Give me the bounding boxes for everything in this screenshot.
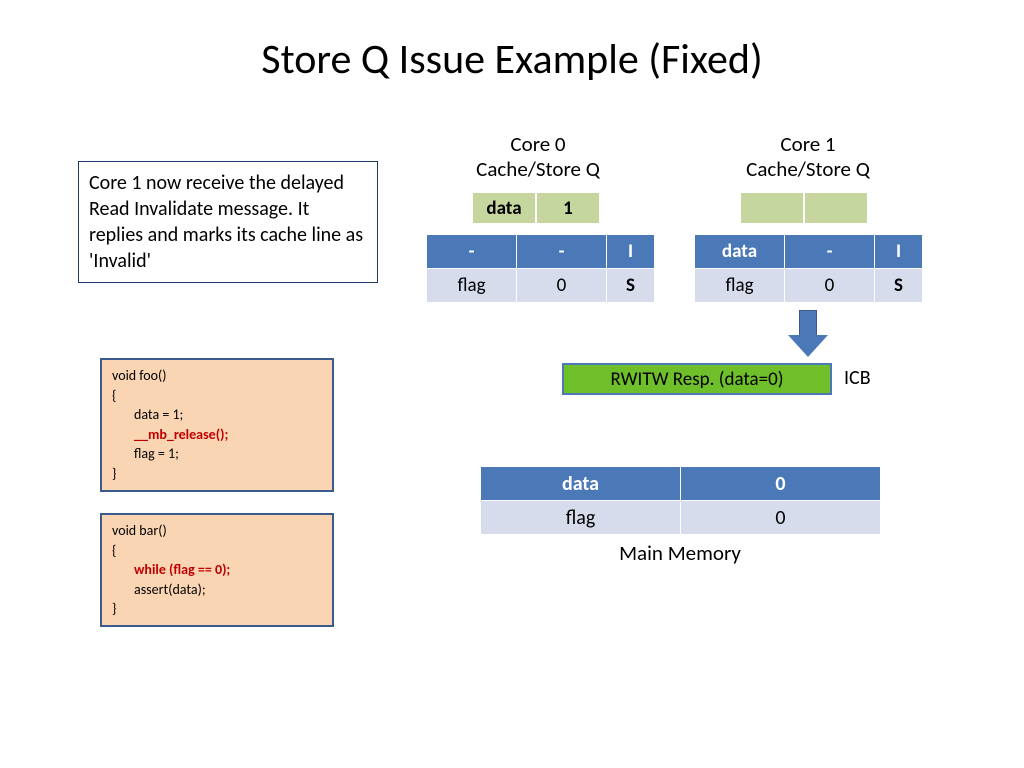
icb-label: ICB xyxy=(844,366,871,390)
core1-cache-table: data - I flag 0 S xyxy=(694,234,923,303)
main-memory-label: Main Memory xyxy=(480,540,880,566)
core1-label: Core 1 Cache/Store Q xyxy=(718,132,898,182)
code-bar: void bar() { while (flag == 0); assert(d… xyxy=(100,513,334,627)
arrow-down-icon xyxy=(788,310,828,357)
storeq-cell: data xyxy=(472,192,536,224)
explanation-note: Core 1 now receive the delayed Read Inva… xyxy=(78,161,378,283)
main-memory-table: data 0 flag 0 xyxy=(480,466,881,535)
code-foo: void foo() { data = 1; __mb_release(); f… xyxy=(100,358,334,492)
storeq-cell xyxy=(804,192,868,224)
storeq-cell: 1 xyxy=(536,192,600,224)
storeq-cell xyxy=(740,192,804,224)
core0-cache-table: - - I flag 0 S xyxy=(426,234,655,303)
core0-storeq: data 1 xyxy=(472,192,600,224)
core1-storeq xyxy=(740,192,868,224)
rwitw-response: RWITW Resp. (data=0) xyxy=(562,363,832,395)
slide-title: Store Q Issue Example (Fixed) xyxy=(0,0,1024,85)
core0-label: Core 0 Cache/Store Q xyxy=(448,132,628,182)
